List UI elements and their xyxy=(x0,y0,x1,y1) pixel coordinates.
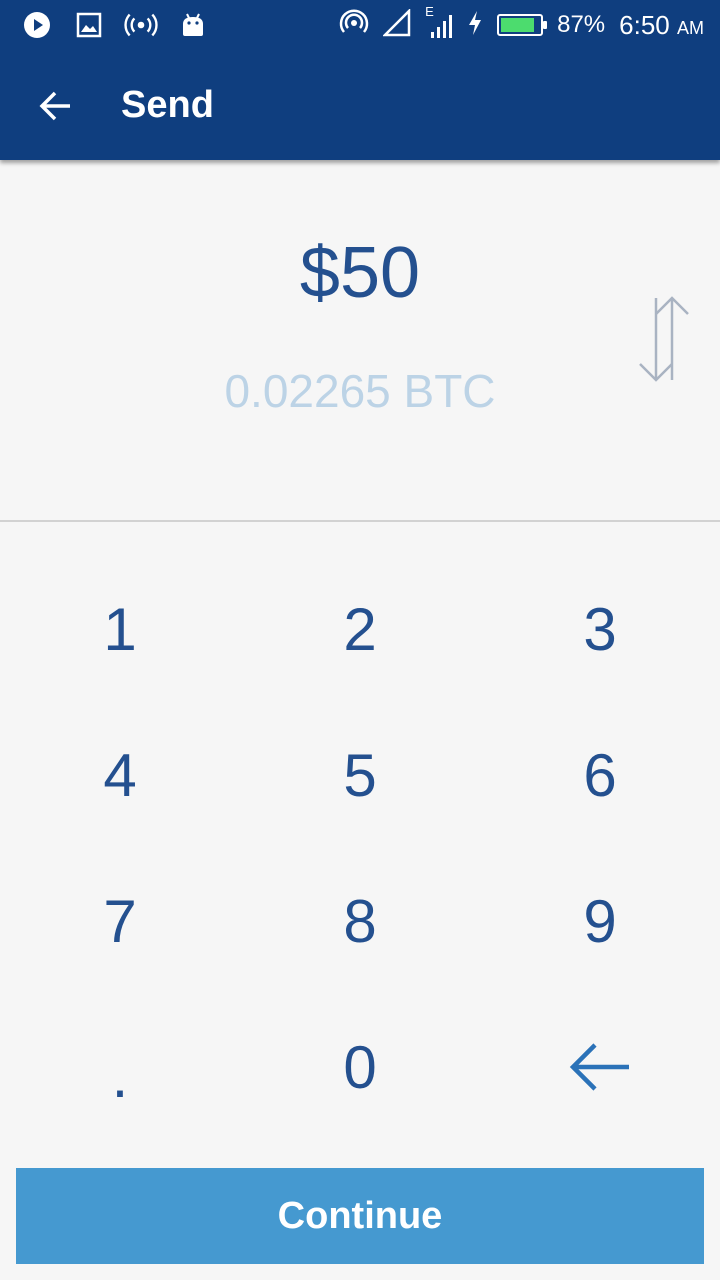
key-2[interactable]: 2 xyxy=(240,556,480,702)
clock: 6:50 AM xyxy=(619,10,704,41)
crypto-amount: 0.02265 BTC xyxy=(224,365,496,417)
continue-button[interactable]: Continue xyxy=(16,1168,704,1264)
mobile-data-icon: E xyxy=(425,4,453,40)
key-0[interactable]: 0 xyxy=(240,994,480,1140)
divider xyxy=(0,520,720,522)
swap-arrows-icon xyxy=(639,296,689,382)
page-title: Send xyxy=(121,84,214,126)
fiat-amount: $50 xyxy=(299,233,421,313)
key-decimal[interactable]: . xyxy=(0,994,240,1140)
key-3[interactable]: 3 xyxy=(480,556,720,702)
backspace-arrow-icon xyxy=(569,1043,629,1091)
clock-time: 6:50 xyxy=(619,9,670,40)
key-7[interactable]: 7 xyxy=(0,848,240,994)
toolbar: Send xyxy=(0,60,720,152)
key-8[interactable]: 8 xyxy=(240,848,480,994)
clock-ampm: AM xyxy=(677,17,704,38)
key-6[interactable]: 6 xyxy=(480,702,720,848)
key-backspace[interactable] xyxy=(480,994,720,1140)
battery-fill xyxy=(501,18,535,32)
signal-icon xyxy=(382,7,411,42)
play-icon xyxy=(20,8,54,42)
key-5[interactable]: 5 xyxy=(240,702,480,848)
app-bar: E 87% 6:50 AM Send xyxy=(0,0,720,160)
key-9[interactable]: 9 xyxy=(480,848,720,994)
wifi-signal-icon xyxy=(339,8,369,43)
hotspot-icon xyxy=(124,8,158,42)
status-bar: E 87% 6:50 AM xyxy=(0,0,720,50)
back-arrow-icon xyxy=(39,91,70,121)
key-1[interactable]: 1 xyxy=(0,556,240,702)
swap-currency-button[interactable] xyxy=(632,292,696,388)
battery-icon xyxy=(497,14,548,36)
battery-percent: 87% xyxy=(557,11,606,38)
android-icon xyxy=(176,8,210,42)
back-button[interactable] xyxy=(28,78,84,134)
image-icon xyxy=(72,8,106,42)
amount-display: $50 0.02265 BTC xyxy=(0,166,720,520)
key-4[interactable]: 4 xyxy=(0,702,240,848)
keypad: 1 2 3 4 5 6 7 8 9 . 0 xyxy=(0,556,720,1140)
charging-icon xyxy=(467,10,483,41)
